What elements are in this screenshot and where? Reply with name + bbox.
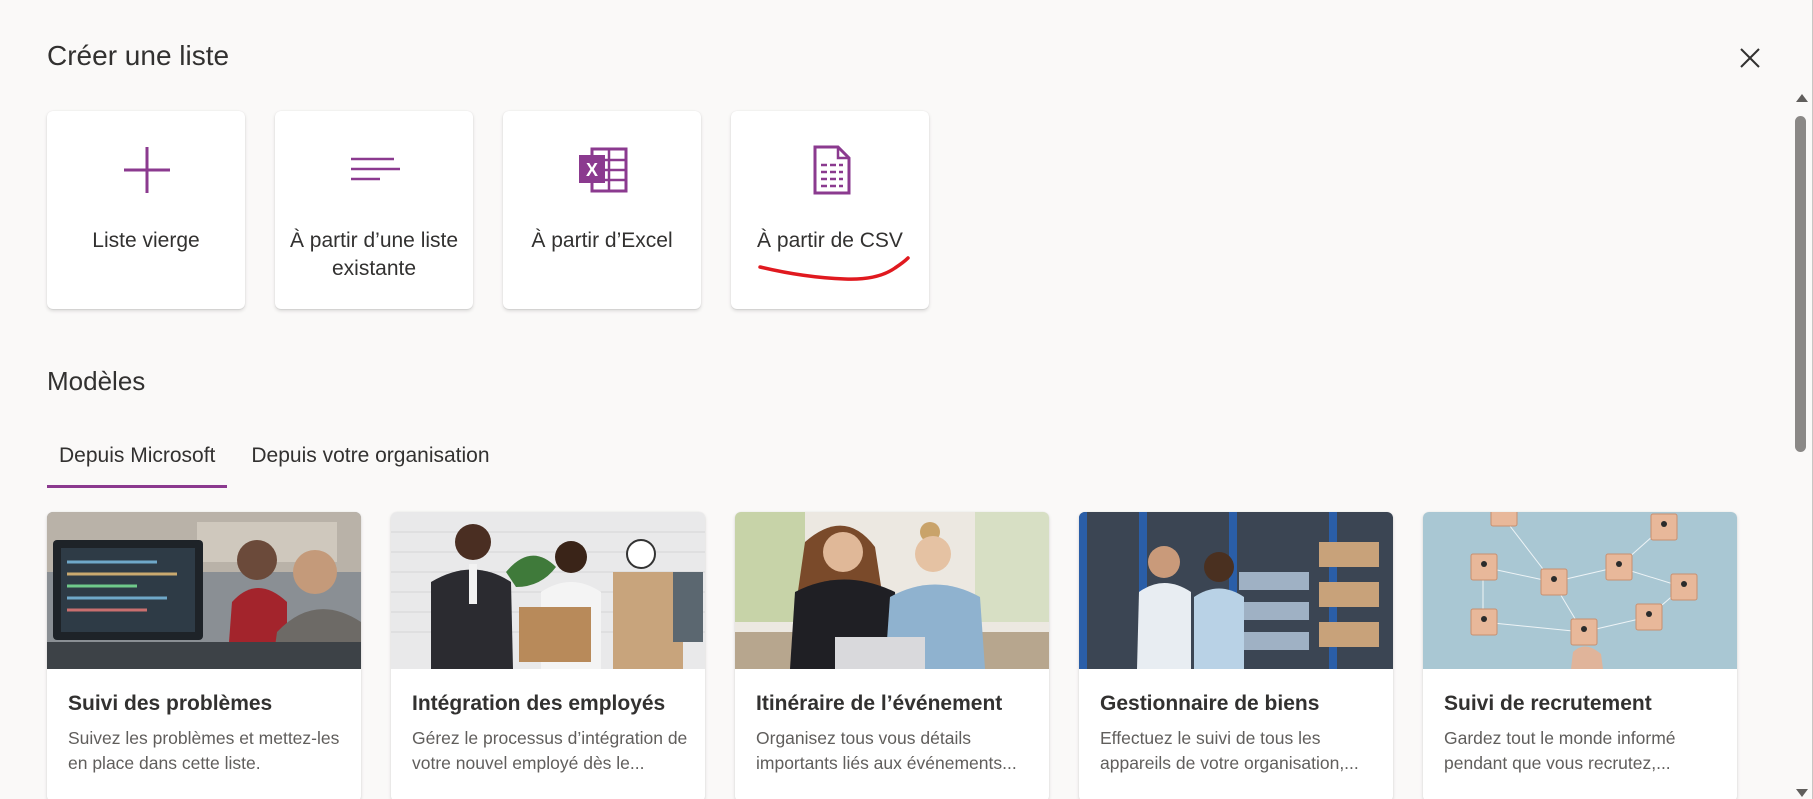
- template-description: Suivez les problèmes et mettez-les en pl…: [68, 728, 340, 773]
- tab-from-microsoft[interactable]: Depuis Microsoft: [47, 440, 228, 488]
- template-description: Gérez le processus d’intégration de votr…: [412, 728, 688, 773]
- template-image: [1079, 512, 1393, 669]
- template-image: [735, 512, 1049, 669]
- template-description: Organisez tous vous détails importants l…: [756, 728, 1017, 773]
- template-name: Itinéraire de l’événement: [756, 692, 1003, 715]
- template-card-recruitment-tracker[interactable]: Suivi de recrutement Gardez tout le mond…: [1423, 512, 1737, 799]
- templates-section-title: Modèles: [47, 366, 146, 396]
- template-name: Intégration des employés: [412, 692, 666, 715]
- template-description: Effectuez le suivi de tous les appareils…: [1100, 728, 1359, 773]
- lines-icon: [350, 145, 400, 195]
- template-image: [391, 512, 705, 669]
- from-excel-button[interactable]: X À partir d’Excel: [503, 111, 701, 309]
- annotation-underline: [758, 256, 910, 281]
- close-icon[interactable]: [1736, 44, 1764, 72]
- template-list: Suivi des problèmes Suivez les problèmes…: [47, 512, 1737, 799]
- template-card-issue-tracker[interactable]: Suivi des problèmes Suivez les problèmes…: [47, 512, 361, 799]
- tab-from-organization[interactable]: Depuis votre organisation: [239, 440, 501, 488]
- scrollbar-thumb[interactable]: [1795, 116, 1806, 452]
- template-card-asset-manager[interactable]: Gestionnaire de biens Effectuez le suivi…: [1079, 512, 1393, 799]
- template-card-employee-onboarding[interactable]: Intégration des employés Gérez le proces…: [391, 512, 705, 799]
- template-image: [47, 512, 361, 669]
- blank-list-label: Liste vierge: [92, 229, 200, 252]
- dialog-title: Créer une liste: [47, 40, 230, 71]
- template-description: Gardez tout le monde informé pendant que…: [1444, 728, 1676, 773]
- excel-icon: X: [578, 145, 628, 195]
- csv-file-icon: [806, 145, 856, 195]
- scroll-up-arrow-icon[interactable]: [1796, 94, 1808, 102]
- template-image: [1423, 512, 1737, 669]
- svg-text:X: X: [586, 160, 598, 180]
- template-name: Suivi des problèmes: [68, 692, 273, 715]
- template-name: Gestionnaire de biens: [1100, 692, 1320, 715]
- blank-list-button[interactable]: Liste vierge: [47, 111, 245, 309]
- from-csv-label: À partir de CSV: [757, 229, 903, 252]
- template-card-event-itinerary[interactable]: Itinéraire de l’événement Organisez tous…: [735, 512, 1049, 799]
- templates-tabs: Depuis Microsoft Depuis votre organisati…: [47, 440, 502, 488]
- from-existing-list-button[interactable]: À partir d’une liste existante: [275, 111, 473, 309]
- create-list-dialog: Créer une liste Liste vierge À partir d’…: [0, 0, 1813, 799]
- from-excel-label: À partir d’Excel: [531, 229, 673, 252]
- vertical-scrollbar[interactable]: [1790, 88, 1812, 799]
- plus-icon: [122, 145, 172, 195]
- scroll-down-arrow-icon[interactable]: [1796, 789, 1808, 797]
- from-existing-list-label: À partir d’une liste existante: [289, 229, 459, 280]
- template-name: Suivi de recrutement: [1444, 692, 1652, 715]
